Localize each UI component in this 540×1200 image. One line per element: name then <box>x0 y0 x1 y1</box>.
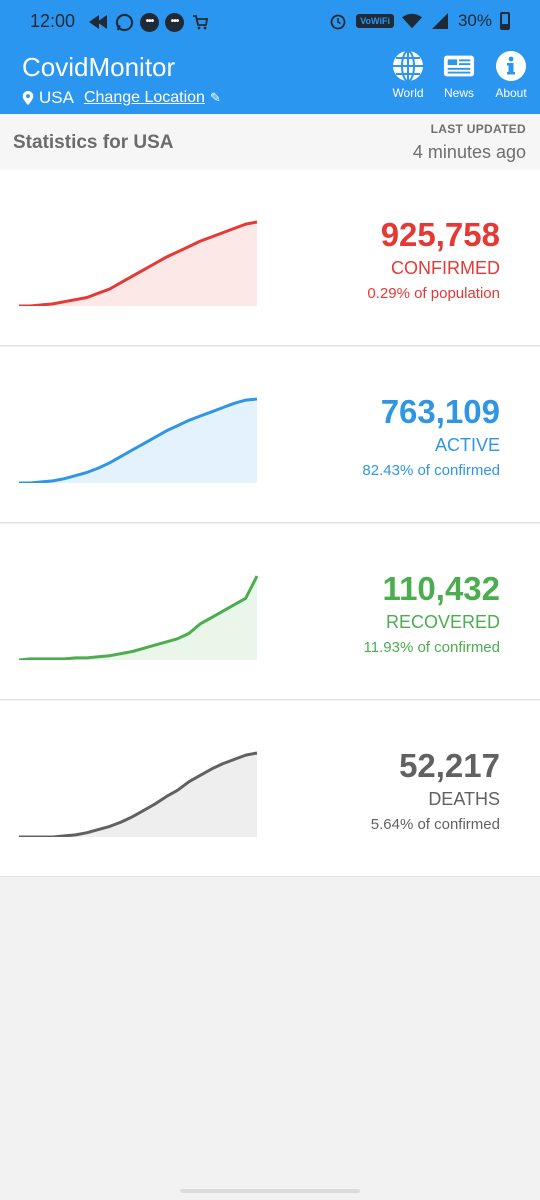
confirmed-count: 925,758 <box>380 216 500 253</box>
recovered-count: 110,432 <box>382 570 500 607</box>
nav-about-button[interactable]: About <box>483 50 539 100</box>
nav-news-label: News <box>443 86 474 100</box>
wifi-icon <box>401 11 422 31</box>
status-right: VoWiFi 30% <box>328 11 510 31</box>
confirmed-card[interactable]: 925,758 CONFIRMED 0.29% of population <box>0 170 540 346</box>
confirmed-subtext: 0.29% of population <box>367 285 500 302</box>
deaths-label: DEATHS <box>428 789 500 809</box>
active-sparkline <box>19 397 258 483</box>
chat-icon: ••• <box>165 12 184 32</box>
newspaper-icon <box>443 55 475 77</box>
notification-icons: ••• ••• <box>88 12 210 32</box>
recovered-label: RECOVERED <box>385 612 500 632</box>
arrow-icon <box>88 12 108 32</box>
location-pin-icon <box>22 91 34 105</box>
recovered-area <box>19 576 257 660</box>
pencil-icon[interactable]: ✎ <box>210 90 221 106</box>
battery-percent: 30% <box>457 11 492 30</box>
nav-world-button[interactable]: World <box>380 50 436 100</box>
deaths-count: 52,217 <box>399 747 500 784</box>
vowifi-badge: VoWiFi <box>356 14 394 28</box>
stats-header: Statistics for USA LAST UPDATED 4 minute… <box>0 114 540 170</box>
app-bar: CovidMonitor USA Change Location ✎ World <box>0 42 540 114</box>
battery-icon <box>500 12 510 30</box>
info-icon <box>496 51 526 81</box>
nav-news-button[interactable]: News <box>431 50 487 100</box>
recovered-card[interactable]: 110,432 RECOVERED 11.93% of confirmed <box>0 524 540 700</box>
location-row: USA Change Location ✎ <box>22 88 221 108</box>
cart-icon <box>190 12 210 32</box>
nav-world-label: World <box>392 86 424 100</box>
active-card[interactable]: 763,109 ACTIVE 82.43% of confirmed <box>0 347 540 523</box>
confirmed-label: CONFIRMED <box>391 258 500 278</box>
recovered-subtext: 11.93% of confirmed <box>363 639 500 656</box>
stats-title: Statistics for USA <box>13 132 174 153</box>
change-location-link[interactable]: Change Location <box>84 89 205 107</box>
deaths-sparkline <box>19 751 258 837</box>
deaths-subtext: 5.64% of confirmed <box>370 816 500 833</box>
last-updated-label: LAST UPDATED <box>430 122 526 136</box>
last-updated-value: 4 minutes ago <box>412 142 526 162</box>
whatsapp-icon <box>114 12 134 32</box>
deaths-card[interactable]: 52,217 DEATHS 5.64% of confirmed <box>0 701 540 877</box>
active-label: ACTIVE <box>434 435 500 455</box>
home-indicator[interactable] <box>180 1189 360 1193</box>
alarm-icon <box>328 11 348 31</box>
signal-icon <box>430 11 450 31</box>
confirmed-sparkline <box>19 220 258 306</box>
active-subtext: 82.43% of confirmed <box>362 462 500 479</box>
app-title: CovidMonitor <box>22 52 176 82</box>
active-area <box>19 399 257 483</box>
message-icon: ••• <box>140 12 159 32</box>
status-bar: 12:00 ••• ••• VoWiFi 30% <box>0 0 540 42</box>
current-location: USA <box>39 88 74 107</box>
active-count: 763,109 <box>380 393 500 430</box>
recovered-sparkline <box>18 575 258 660</box>
nav-about-label: About <box>495 86 527 100</box>
status-time: 12:00 <box>30 11 76 31</box>
globe-icon <box>393 50 423 82</box>
